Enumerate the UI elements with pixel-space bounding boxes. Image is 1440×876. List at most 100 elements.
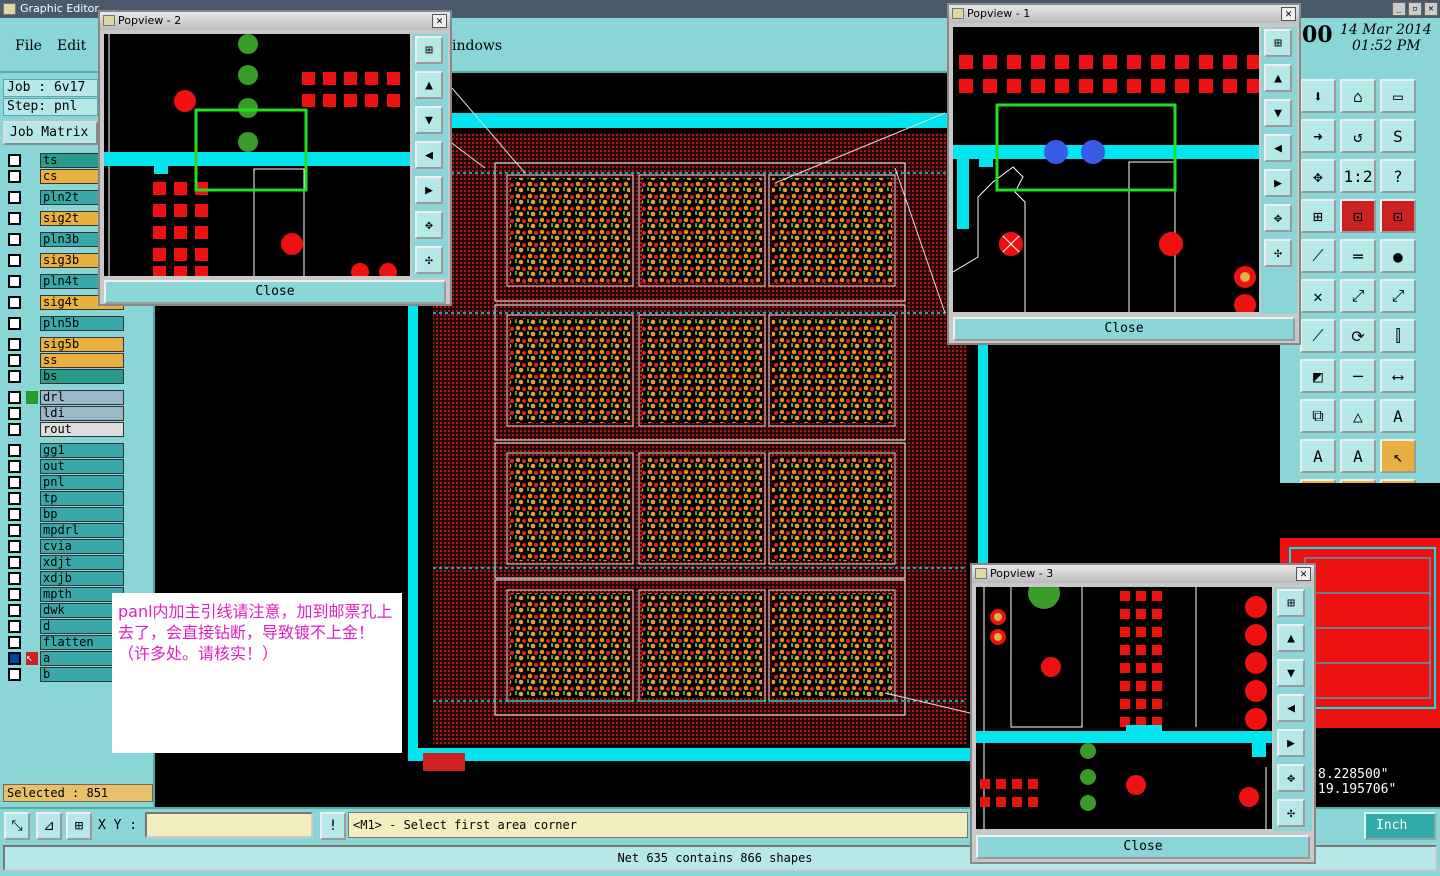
- unit-selector[interactable]: Inch: [1364, 812, 1436, 840]
- layer-row-bs[interactable]: bs: [8, 369, 124, 384]
- zoom-out-icon[interactable]: ✥: [1264, 204, 1292, 232]
- zoom-in-icon[interactable]: ⊞: [1277, 589, 1305, 617]
- line-icon[interactable]: ─: [1340, 359, 1376, 393]
- window-icon[interactable]: ▭: [1380, 79, 1416, 113]
- s-shape-icon[interactable]: S: [1380, 119, 1416, 153]
- layer-checkbox[interactable]: [8, 212, 21, 225]
- pan-down-icon[interactable]: ▼: [1277, 659, 1305, 687]
- connect-alt-icon[interactable]: ⤢: [1380, 279, 1416, 313]
- pan-left-icon[interactable]: ◀: [1277, 694, 1305, 722]
- pan-down-icon[interactable]: ▼: [1264, 99, 1292, 127]
- popview-1-view[interactable]: [953, 27, 1259, 312]
- layer-row-mpdrl[interactable]: mpdrl: [8, 523, 124, 538]
- layer-row-dwk[interactable]: dwk: [8, 603, 124, 618]
- fit-icon[interactable]: ✣: [415, 246, 443, 274]
- layer-checkbox[interactable]: [8, 508, 21, 521]
- triangle-c-icon[interactable]: A: [1340, 439, 1376, 473]
- target-icon[interactable]: ●: [1380, 239, 1416, 273]
- layer-row-gg1[interactable]: gg1: [8, 443, 124, 458]
- pan-left-icon[interactable]: ◀: [415, 141, 443, 169]
- layer-checkbox[interactable]: [8, 154, 21, 167]
- edit-line-icon[interactable]: ⟋: [1300, 239, 1336, 273]
- exit-icon[interactable]: ➜: [1300, 119, 1336, 153]
- layer-checkbox[interactable]: [8, 540, 21, 553]
- layer-row-xdjb[interactable]: xdjb: [8, 571, 124, 586]
- layer-row-xdjt[interactable]: xdjt: [8, 555, 124, 570]
- split-icon[interactable]: ⫿: [1380, 319, 1416, 353]
- layer-checkbox[interactable]: [8, 275, 21, 288]
- layer-row-cvia[interactable]: cvia: [8, 539, 124, 554]
- layer-row-pln5b[interactable]: pln5b: [8, 316, 124, 331]
- pan-up-icon[interactable]: ▲: [1264, 64, 1292, 92]
- layer-row-mpth[interactable]: mpth: [8, 587, 124, 602]
- popview-2-close-button[interactable]: Close: [104, 280, 446, 304]
- cross-icon[interactable]: ✕: [1300, 279, 1336, 313]
- layer-row-ss[interactable]: ss: [8, 353, 124, 368]
- measure-icon[interactable]: ⊿: [36, 812, 62, 840]
- layer-checkbox[interactable]: [8, 407, 21, 420]
- menu-windows[interactable]: indows: [452, 38, 502, 54]
- layer-checkbox[interactable]: [8, 588, 21, 601]
- layer-row-ldi[interactable]: ldi: [8, 406, 124, 421]
- bracket-icon[interactable]: ⟷: [1380, 359, 1416, 393]
- layer-checkbox[interactable]: [8, 572, 21, 585]
- shape-icon[interactable]: ◩: [1300, 359, 1336, 393]
- scale-icon[interactable]: 1:2: [1340, 159, 1376, 193]
- triangle-alt-icon[interactable]: A: [1380, 399, 1416, 433]
- pad-icon[interactable]: ⊡: [1340, 199, 1376, 233]
- layer-row-bp[interactable]: bp: [8, 507, 124, 522]
- layer-checkbox[interactable]: [8, 460, 21, 473]
- layer-checkbox[interactable]: [8, 652, 21, 665]
- layer-checkbox[interactable]: [8, 254, 21, 267]
- connect-icon[interactable]: ⤢: [1340, 279, 1376, 313]
- pan-right-icon[interactable]: ▶: [1264, 169, 1292, 197]
- fit-icon[interactable]: ✣: [1277, 799, 1305, 827]
- layer-checkbox[interactable]: [8, 233, 21, 246]
- minimize-icon[interactable]: _: [1392, 2, 1406, 16]
- pan-right-icon[interactable]: ▶: [415, 176, 443, 204]
- popview-2-view[interactable]: [104, 34, 410, 276]
- move-icon[interactable]: ✥: [1300, 159, 1336, 193]
- popview-1-close-button[interactable]: Close: [953, 317, 1295, 341]
- layer-row-a[interactable]: ↖ a: [8, 651, 124, 666]
- pen-icon[interactable]: ⟋: [1300, 319, 1336, 353]
- layer-row-sig5b[interactable]: sig5b: [8, 337, 124, 352]
- layer-checkbox[interactable]: [8, 317, 21, 330]
- popview-3-close-button[interactable]: Close: [976, 835, 1310, 859]
- layer-checkbox[interactable]: [8, 423, 21, 436]
- job-matrix-button[interactable]: Job Matrix: [3, 121, 98, 145]
- pointer-icon[interactable]: ↖: [1380, 439, 1416, 473]
- zoom-fit-icon[interactable]: ⤡: [4, 812, 30, 840]
- help-icon[interactable]: ?: [1380, 159, 1416, 193]
- maximize-icon[interactable]: ▫: [1408, 2, 1422, 16]
- layer-checkbox[interactable]: [8, 636, 21, 649]
- xy-input[interactable]: [145, 812, 313, 838]
- layer-checkbox[interactable]: [8, 338, 21, 351]
- close-icon[interactable]: ✕: [1424, 2, 1438, 16]
- pan-up-icon[interactable]: ▲: [415, 71, 443, 99]
- undo-icon[interactable]: ↺: [1340, 119, 1376, 153]
- arc-icon[interactable]: ⟳: [1340, 319, 1376, 353]
- triangle-b-icon[interactable]: A: [1300, 439, 1336, 473]
- pan-up-icon[interactable]: ▲: [1277, 624, 1305, 652]
- layer-row-out[interactable]: out: [8, 459, 124, 474]
- layer-checkbox[interactable]: [8, 296, 21, 309]
- layer-row-drl[interactable]: drl: [8, 390, 124, 405]
- close-icon[interactable]: ✕: [1281, 7, 1296, 21]
- zoom-in-icon[interactable]: ⊞: [415, 36, 443, 64]
- layer-row-d[interactable]: d: [8, 619, 124, 634]
- triangle-icon[interactable]: △: [1340, 399, 1376, 433]
- layer-row-tp[interactable]: tp: [8, 491, 124, 506]
- close-icon[interactable]: ✕: [1296, 567, 1311, 581]
- pad-alt-icon[interactable]: ⊡: [1380, 199, 1416, 233]
- layer-row-b[interactable]: b: [8, 667, 124, 682]
- layer-checkbox[interactable]: [8, 191, 21, 204]
- layer-checkbox[interactable]: [8, 524, 21, 537]
- snap-icon[interactable]: ⊞: [66, 812, 92, 840]
- layer-row-flatten[interactable]: flatten: [8, 635, 124, 650]
- ruler-icon[interactable]: ═: [1340, 239, 1376, 273]
- zoom-out-icon[interactable]: ✥: [1277, 764, 1305, 792]
- layer-checkbox[interactable]: [8, 170, 21, 183]
- zoom-in-icon[interactable]: ⊞: [1264, 29, 1292, 57]
- pan-right-icon[interactable]: ▶: [1277, 729, 1305, 757]
